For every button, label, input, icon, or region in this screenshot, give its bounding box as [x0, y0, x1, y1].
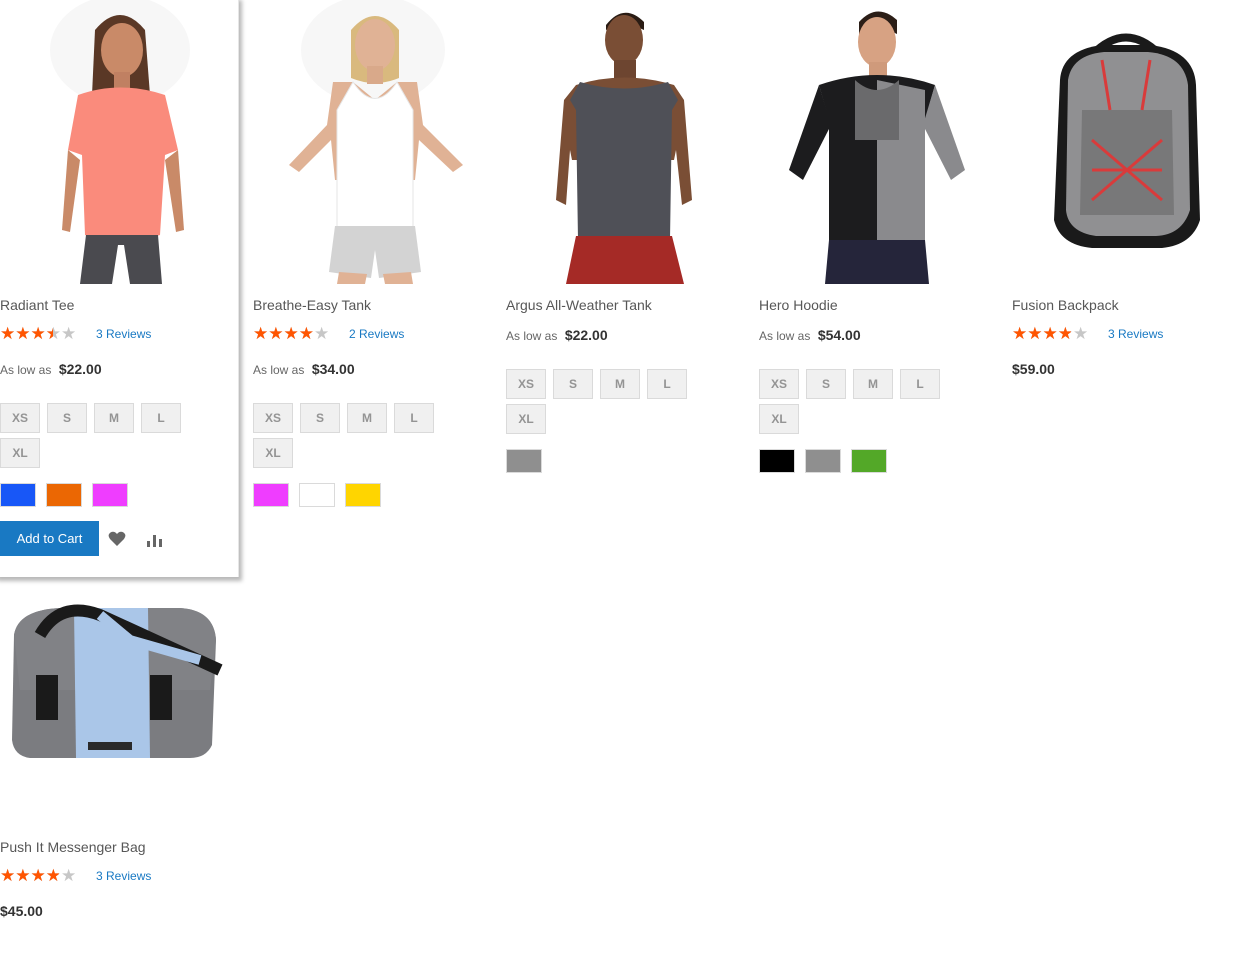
- color-swatch-black[interactable]: [759, 449, 795, 473]
- price-amount: $22.00: [58, 361, 102, 377]
- size-swatch-m[interactable]: M: [853, 369, 893, 399]
- size-swatch-s[interactable]: S: [806, 369, 846, 399]
- price-label: As low as: [506, 329, 558, 343]
- product-rating: ★★★★★ ★★★★★ 2 Reviews: [253, 326, 404, 342]
- rating-stars: ★★★★★ ★★★★★: [0, 326, 77, 342]
- size-swatch-xl[interactable]: XL: [0, 438, 40, 468]
- product-item-breathe-easy-tank: Breathe-Easy Tank ★★★★★ ★★★★★ 2 Reviews …: [253, 0, 493, 520]
- reviews-link[interactable]: 3 Reviews: [1108, 327, 1163, 341]
- bar-chart-icon[interactable]: [145, 530, 165, 550]
- price-label: As low as: [0, 363, 52, 377]
- color-swatch-white[interactable]: [299, 483, 335, 507]
- product-name[interactable]: Radiant Tee: [0, 297, 74, 313]
- size-swatch-s[interactable]: S: [553, 369, 593, 399]
- size-swatch-l[interactable]: L: [394, 403, 434, 433]
- product-item-radiant-tee: Radiant Tee ★★★★★ ★★★★★ 3 Reviews As low…: [0, 0, 240, 560]
- size-swatch-xs[interactable]: XS: [253, 403, 293, 433]
- color-swatch-green[interactable]: [851, 449, 887, 473]
- rating-stars: ★★★★★ ★★★★★: [1012, 326, 1089, 342]
- product-price: $59.00: [1012, 361, 1055, 379]
- price-amount: $34.00: [311, 361, 355, 377]
- color-swatch-gray[interactable]: [805, 449, 841, 473]
- price-amount: $54.00: [817, 327, 861, 343]
- product-item-argus-all-weather-tank: Argus All-Weather Tank As low as $22.00 …: [506, 0, 746, 480]
- price-amount: $45.00: [0, 903, 43, 919]
- reviews-link[interactable]: 2 Reviews: [349, 327, 404, 341]
- price-label: As low as: [253, 363, 305, 377]
- product-image-radiant-tee[interactable]: [0, 0, 240, 284]
- product-item-push-it-messenger-bag: Push It Messenger Bag ★★★★★ ★★★★★ 3 Revi…: [0, 580, 240, 925]
- product-name[interactable]: Fusion Backpack: [1012, 297, 1119, 313]
- product-name[interactable]: Push It Messenger Bag: [0, 839, 146, 855]
- product-image-argus-all-weather-tank[interactable]: [506, 0, 746, 284]
- color-swatch-purple[interactable]: [92, 483, 128, 507]
- size-swatch-m[interactable]: M: [347, 403, 387, 433]
- size-swatch-s[interactable]: S: [300, 403, 340, 433]
- rating-stars: ★★★★★ ★★★★★: [253, 326, 330, 342]
- color-swatch-gray[interactable]: [506, 449, 542, 473]
- product-rating: ★★★★★ ★★★★★ 3 Reviews: [0, 326, 151, 342]
- size-swatch-m[interactable]: M: [94, 403, 134, 433]
- size-swatch-xl[interactable]: XL: [759, 404, 799, 434]
- color-swatch-orange[interactable]: [46, 483, 82, 507]
- color-swatch-purple[interactable]: [253, 483, 289, 507]
- product-item-hero-hoodie: Hero Hoodie As low as $54.00 XS S M L XL: [759, 0, 999, 480]
- size-swatch-l[interactable]: L: [141, 403, 181, 433]
- rating-stars: ★★★★★ ★★★★★: [0, 868, 77, 884]
- size-swatch-xl[interactable]: XL: [506, 404, 546, 434]
- size-swatch-xl[interactable]: XL: [253, 438, 293, 468]
- reviews-link[interactable]: 3 Reviews: [96, 327, 151, 341]
- product-rating: ★★★★★ ★★★★★ 3 Reviews: [1012, 326, 1163, 342]
- color-swatch-yellow[interactable]: [345, 483, 381, 507]
- product-price: As low as $54.00: [759, 327, 861, 345]
- reviews-link[interactable]: 3 Reviews: [96, 869, 151, 883]
- color-swatch-blue[interactable]: [0, 483, 36, 507]
- product-price: As low as $34.00: [253, 361, 355, 379]
- size-swatch-xs[interactable]: XS: [506, 369, 546, 399]
- heart-icon[interactable]: [107, 529, 127, 549]
- product-image-breathe-easy-tank[interactable]: [253, 0, 493, 284]
- size-swatch-xs[interactable]: XS: [759, 369, 799, 399]
- product-image-hero-hoodie[interactable]: [759, 0, 999, 284]
- product-image-push-it-messenger-bag[interactable]: [0, 580, 240, 830]
- product-name[interactable]: Hero Hoodie: [759, 297, 838, 313]
- add-to-cart-button[interactable]: Add to Cart: [0, 521, 99, 556]
- price-label: As low as: [759, 329, 811, 343]
- product-name[interactable]: Breathe-Easy Tank: [253, 297, 371, 313]
- product-image-fusion-backpack[interactable]: [1012, 0, 1240, 284]
- product-price: As low as $22.00: [506, 327, 608, 345]
- size-swatch-s[interactable]: S: [47, 403, 87, 433]
- product-price: As low as $22.00: [0, 361, 102, 379]
- product-name[interactable]: Argus All-Weather Tank: [506, 297, 652, 313]
- size-swatch-l[interactable]: L: [647, 369, 687, 399]
- product-item-fusion-backpack: Fusion Backpack ★★★★★ ★★★★★ 3 Reviews $5…: [1012, 0, 1240, 400]
- size-swatch-xs[interactable]: XS: [0, 403, 40, 433]
- size-swatch-m[interactable]: M: [600, 369, 640, 399]
- product-rating: ★★★★★ ★★★★★ 3 Reviews: [0, 868, 151, 884]
- price-amount: $59.00: [1012, 361, 1055, 377]
- price-amount: $22.00: [564, 327, 608, 343]
- product-price: $45.00: [0, 903, 43, 921]
- size-swatch-l[interactable]: L: [900, 369, 940, 399]
